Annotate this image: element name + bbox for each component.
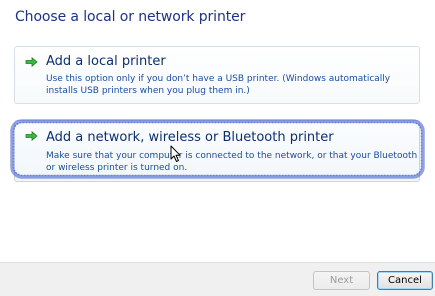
option-title: Add a local printer [46, 54, 166, 69]
add-local-printer-option[interactable]: Add a local printer Use this option only… [14, 46, 420, 104]
cancel-button[interactable]: Cancel [377, 271, 433, 290]
option-title: Add a network, wireless or Bluetooth pri… [46, 130, 334, 145]
green-arrow-icon [25, 57, 38, 67]
option-description: Use this option only if you don’t have a… [46, 74, 391, 96]
page-title: Choose a local or network printer [15, 9, 246, 25]
add-network-printer-option[interactable]: Add a network, wireless or Bluetooth pri… [14, 120, 420, 182]
green-arrow-icon [25, 131, 38, 141]
next-button[interactable]: Next [313, 271, 370, 290]
mouse-cursor-icon [170, 145, 181, 162]
button-bar: Next Cancel [0, 262, 435, 296]
option-description: Make sure that your computer is connecte… [46, 151, 418, 173]
